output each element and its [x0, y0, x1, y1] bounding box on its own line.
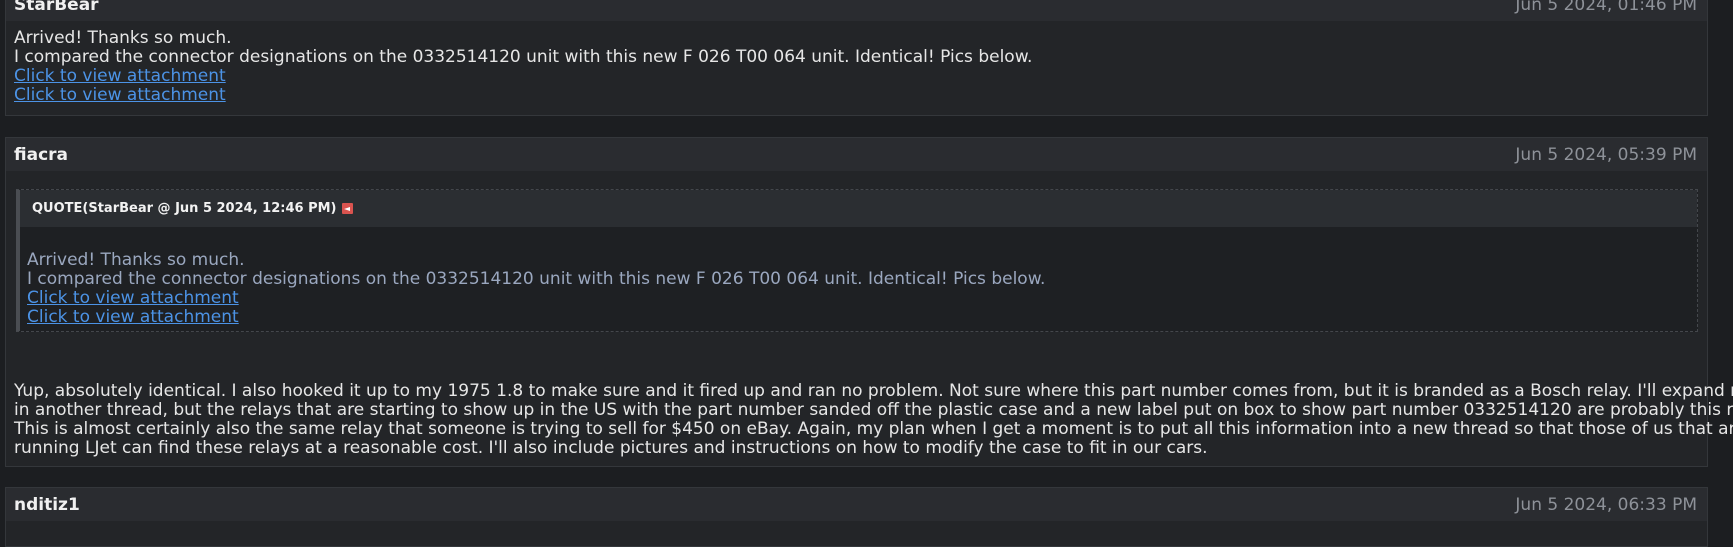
jump-to-post-icon[interactable] — [342, 203, 354, 214]
post-starbear: StarBear Jun 5 2024, 01:46 PM Arrived! T… — [5, 0, 1708, 116]
quote-text-line: I compared the connector designations on… — [27, 269, 1046, 289]
post-date: Jun 5 2024, 01:46 PM — [1515, 0, 1697, 15]
post-header: StarBear Jun 5 2024, 01:46 PM — [6, 0, 1707, 21]
post-text-line: This is almost certainly also the same r… — [14, 419, 1733, 439]
post-date: Jun 5 2024, 05:39 PM — [1515, 144, 1697, 165]
post-header: fiacra Jun 5 2024, 05:39 PM — [6, 138, 1707, 171]
post-text-line: in another thread, but the relays that a… — [14, 400, 1733, 420]
post-date: Jun 5 2024, 06:33 PM — [1515, 494, 1697, 515]
post-author[interactable]: fiacra — [14, 145, 68, 165]
quote-title: QUOTE(StarBear @ Jun 5 2024, 12:46 PM) — [32, 201, 337, 216]
quote-header: QUOTE(StarBear @ Jun 5 2024, 12:46 PM) — [20, 190, 1697, 227]
post-text-line: Yup, absolutely identical. I also hooked… — [14, 381, 1733, 401]
quote-text-line: Arrived! Thanks so much. — [27, 250, 245, 270]
post-text-line: running LJet can find these relays at a … — [14, 438, 1208, 458]
post-author[interactable]: StarBear — [14, 0, 99, 15]
post-author[interactable]: nditiz1 — [14, 495, 80, 515]
post-nditiz1: nditiz1 Jun 5 2024, 06:33 PM — [5, 487, 1708, 547]
post-fiacra: fiacra Jun 5 2024, 05:39 PM QUOTE(StarBe… — [5, 137, 1733, 468]
post-text-line: I compared the connector designations on… — [14, 47, 1033, 67]
attachment-link[interactable]: Click to view attachment — [14, 67, 1699, 86]
post-text-line: Arrived! Thanks so much. — [14, 28, 232, 48]
quote-body: Arrived! Thanks so much. I compared the … — [20, 227, 1697, 331]
post-header: nditiz1 Jun 5 2024, 06:33 PM — [6, 488, 1707, 521]
post-body: Yup, absolutely identical. I also hooked… — [6, 332, 1733, 468]
quote-block: QUOTE(StarBear @ Jun 5 2024, 12:46 PM) A… — [16, 189, 1698, 332]
attachment-link[interactable]: Click to view attachment — [14, 86, 1699, 105]
post-body: Arrived! Thanks so much. I compared the … — [6, 21, 1707, 105]
attachment-link[interactable]: Click to view attachment — [27, 308, 1689, 327]
attachment-link[interactable]: Click to view attachment — [27, 289, 1689, 308]
